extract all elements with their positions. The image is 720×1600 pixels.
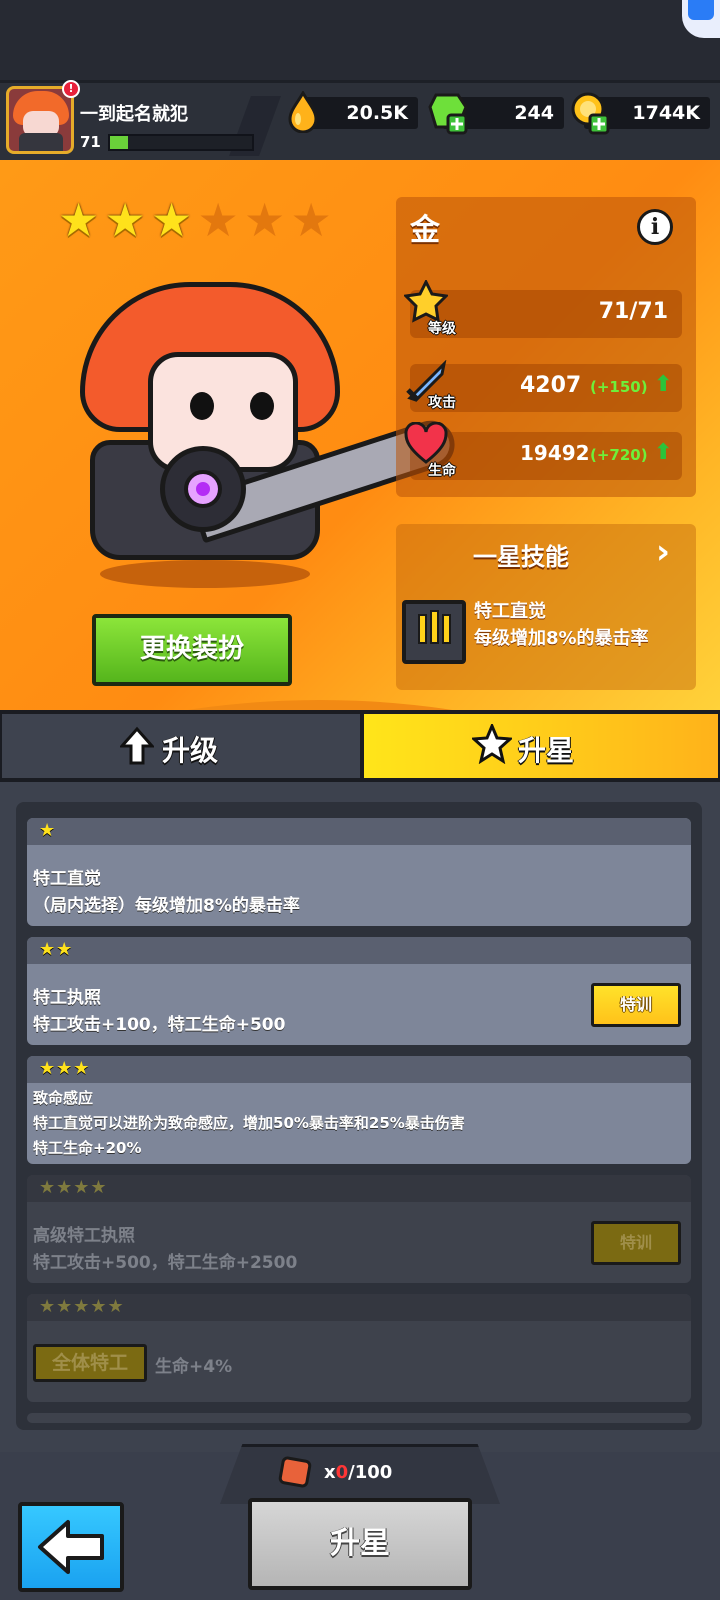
resource-oil[interactable]: 20.5K (288, 91, 418, 133)
star-level-4-desc: 特工攻击+500，特工生命+2500 (33, 1253, 298, 1273)
attack-label: 攻击 (428, 395, 456, 411)
star-icon (472, 724, 512, 764)
stat-hp-row: 生命 19492 (+720) ⬆ (404, 422, 682, 480)
star-level-2-desc: 特工攻击+100，特工生命+500 (33, 1015, 286, 1035)
hero-fragment-icon (277, 1455, 313, 1489)
star-level-4-stars: ★★★★ (39, 1177, 108, 1198)
level-value: 71/71 (598, 299, 668, 324)
star-level-2-title: 特工执照 (33, 988, 101, 1008)
hp-bonus: (+720) (590, 446, 648, 464)
skill-name: 特工直觉 (474, 601, 546, 622)
player-avatar[interactable] (6, 86, 74, 154)
star-level-4-title: 高级特工执照 (33, 1226, 135, 1246)
fragment-have: 0 (335, 1462, 349, 1483)
hero-star-4-empty-icon: ★ (197, 193, 239, 247)
star-level-3-card: ★★★ 致命感应 特工直觉可以进阶为致命感应，增加50%暴击率和25%暴击伤害 … (27, 1056, 691, 1164)
attack-bonus: (+150) (590, 378, 648, 396)
star-level-2-card: ★★ 特工执照 特工攻击+100，特工生命+500 特训 (27, 937, 691, 1045)
oil-drop-icon (288, 91, 318, 133)
star-level-6-card-partial (27, 1413, 691, 1423)
star-level-5-desc: 生命+4% (155, 1357, 233, 1377)
hero-star-2-filled-icon: ★ (104, 193, 146, 247)
hp-value: 19492 (520, 441, 590, 465)
hero-grade: 金 (410, 213, 440, 248)
attack-up-arrow-icon: ⬆ (654, 372, 673, 397)
tab-upgrade-label: 升级 (162, 734, 219, 767)
star-level-1-stars: ★ (39, 820, 57, 841)
fragment-count: x0/100 (324, 1462, 392, 1483)
star-level-5-stars: ★★★★★ (39, 1296, 125, 1317)
gems-value: 244 (514, 102, 554, 124)
hp-label: 生命 (428, 463, 456, 479)
star-level-4-card: ★★★★ 高级特工执照 特工攻击+500，特工生命+2500 特训 (27, 1175, 691, 1283)
chevron-right-icon[interactable]: › (656, 532, 670, 572)
star-level-3-desc-2: 特工生命+20% (33, 1139, 142, 1157)
up-arrow-icon (120, 726, 154, 765)
star-level-2-train-button[interactable]: 特训 (591, 983, 681, 1027)
tab-star-up-label: 升星 (518, 734, 575, 767)
exp-progress-bar (108, 134, 254, 151)
star-level-3-desc: 特工直觉可以进阶为致命感应，增加50%暴击率和25%暴击伤害 (33, 1114, 465, 1132)
stat-level-row: 等级 71/71 (404, 280, 682, 338)
hp-up-arrow-icon: ⬆ (654, 440, 673, 465)
hero-star-6-empty-icon: ★ (290, 193, 332, 247)
info-icon[interactable]: i (637, 209, 673, 245)
player-name: 一到起名就犯 (80, 104, 188, 125)
avatar-alert-badge: ! (62, 80, 80, 98)
all-agents-tag: 全体特工 (33, 1344, 147, 1382)
player-level: 71 (80, 133, 101, 151)
tab-star-up[interactable]: 升星 (362, 712, 720, 780)
star-level-3-title: 致命感应 (33, 1089, 94, 1107)
hero-star-5-empty-icon: ★ (244, 193, 286, 247)
fragment-prefix: x (324, 1462, 336, 1483)
oil-value: 20.5K (346, 102, 408, 124)
coin-plus-icon (571, 92, 610, 135)
star-level-2-stars: ★★ (39, 939, 74, 960)
skill-description: 每级增加8%的暴击率 (474, 628, 649, 649)
level-label: 等级 (428, 321, 456, 337)
agent-instinct-skill-icon (402, 600, 466, 664)
resource-gems[interactable]: 244 (428, 93, 564, 135)
star-up-button[interactable]: 升星 (248, 1498, 472, 1590)
resource-coins[interactable]: 1744K (571, 92, 710, 135)
back-arrow-icon (38, 1520, 104, 1574)
change-outfit-button[interactable]: 更换装扮 (92, 614, 292, 686)
exp-progress-fill (110, 136, 129, 149)
tab-upgrade[interactable]: 升级 (0, 712, 362, 780)
star-level-1-desc: （局内选择）每级增加8%的暴击率 (33, 896, 300, 916)
status-bar (0, 0, 720, 80)
hero-star-1-filled-icon: ★ (58, 193, 100, 247)
gem-plus-icon (428, 93, 468, 135)
star-level-1-title: 特工直觉 (33, 869, 101, 889)
stat-attack-row: 攻击 4207 (+150) ⬆ (406, 360, 682, 412)
hero-star-3-filled-icon: ★ (151, 193, 193, 247)
hero-character-art (50, 270, 461, 600)
coins-value: 1744K (632, 102, 700, 124)
attack-value: 4207 (520, 373, 582, 398)
star-level-4-train-button[interactable]: 特训 (591, 1221, 681, 1265)
skill-panel-title: 一星技能 (473, 543, 569, 571)
hero-floor (0, 700, 700, 710)
star-level-5-card: ★★★★★ 全体特工 生命+4% (27, 1294, 691, 1402)
fragment-need: /100 (348, 1462, 393, 1483)
star-level-3-stars: ★★★ (39, 1058, 91, 1079)
star-level-1-card: ★ 特工直觉 （局内选择）每级增加8%的暴击率 (27, 818, 691, 926)
